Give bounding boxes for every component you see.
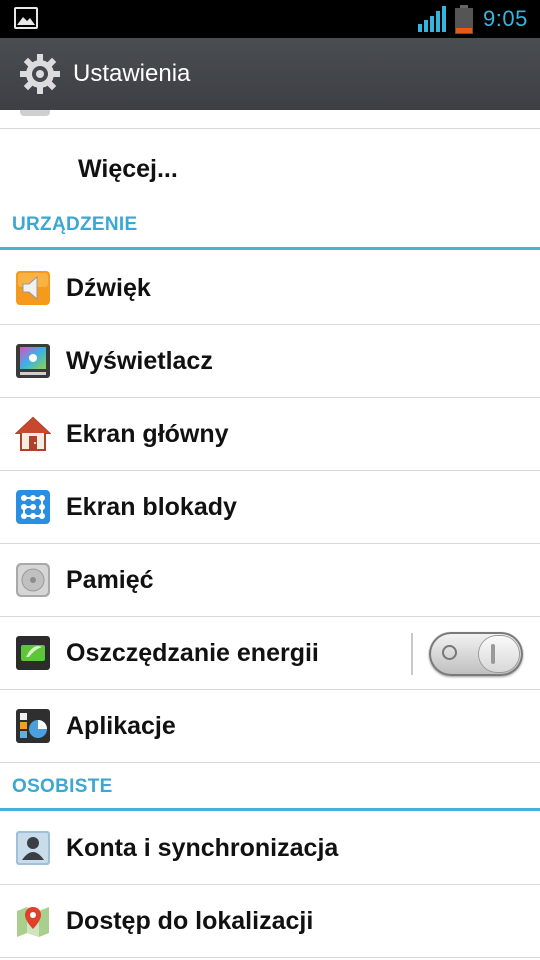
settings-item-more[interactable]: Więcej... bbox=[0, 129, 540, 207]
settings-item-label: Pamięć bbox=[66, 566, 154, 594]
settings-item-apps[interactable]: Aplikacje bbox=[0, 690, 540, 763]
section-header-personal: OSOBISTE bbox=[0, 763, 540, 811]
previous-item-edge bbox=[20, 110, 50, 116]
apps-icon bbox=[16, 709, 50, 743]
settings-item-lock-screen[interactable]: Ekran blokady bbox=[0, 471, 540, 544]
lock-pattern-icon bbox=[16, 490, 50, 524]
section-title: URZĄDZENIE bbox=[12, 214, 138, 235]
settings-item-location-access[interactable]: Dostęp do lokalizacji bbox=[0, 885, 540, 958]
toggle-thumb bbox=[479, 636, 519, 672]
divider bbox=[411, 633, 413, 675]
clock-time: 9:05 bbox=[483, 6, 528, 31]
account-icon bbox=[16, 831, 50, 865]
settings-list: Więcej... URZĄDZENIE Dźwięk Wyświetlacz … bbox=[0, 110, 540, 960]
power-saver-toggle[interactable] bbox=[429, 632, 523, 676]
page-title: Ustawienia bbox=[73, 60, 191, 87]
speaker-icon bbox=[16, 271, 50, 305]
settings-item-label: Ekran blokady bbox=[66, 493, 237, 521]
settings-gear-icon[interactable] bbox=[18, 52, 62, 96]
location-icon bbox=[17, 907, 49, 937]
settings-item-label: Oszczędzanie energii bbox=[66, 639, 319, 667]
signal-strength-icon bbox=[418, 6, 446, 32]
image-notification-icon bbox=[14, 7, 38, 29]
section-header-device: URZĄDZENIE bbox=[0, 207, 540, 250]
display-icon bbox=[16, 344, 50, 378]
settings-item-display[interactable]: Wyświetlacz bbox=[0, 325, 540, 398]
settings-item-label: Dźwięk bbox=[66, 274, 151, 302]
settings-item-label: Dostęp do lokalizacji bbox=[66, 907, 314, 935]
settings-item-accounts-sync[interactable]: Konta i synchronizacja bbox=[0, 812, 540, 885]
home-icon bbox=[15, 416, 51, 451]
settings-item-power-saver[interactable]: Oszczędzanie energii bbox=[0, 617, 540, 690]
battery-saver-icon bbox=[16, 636, 50, 670]
status-bar: 9:05 bbox=[0, 0, 540, 38]
settings-item-label: Konta i synchronizacja bbox=[66, 834, 339, 862]
settings-item-label: Więcej... bbox=[78, 155, 178, 183]
toggle-off-indicator bbox=[442, 645, 457, 660]
settings-item-label: Aplikacje bbox=[66, 712, 176, 740]
settings-item-storage[interactable]: Pamięć bbox=[0, 544, 540, 617]
settings-item-label: Wyświetlacz bbox=[66, 347, 213, 375]
section-title: OSOBISTE bbox=[12, 776, 113, 797]
battery-icon bbox=[455, 5, 473, 34]
toggle-on-indicator bbox=[491, 644, 495, 664]
storage-icon bbox=[16, 563, 50, 597]
settings-item-home-screen[interactable]: Ekran główny bbox=[0, 398, 540, 471]
settings-item-sound[interactable]: Dźwięk bbox=[0, 252, 540, 325]
settings-item-label: Ekran główny bbox=[66, 420, 229, 448]
action-bar: Ustawienia bbox=[0, 38, 540, 110]
